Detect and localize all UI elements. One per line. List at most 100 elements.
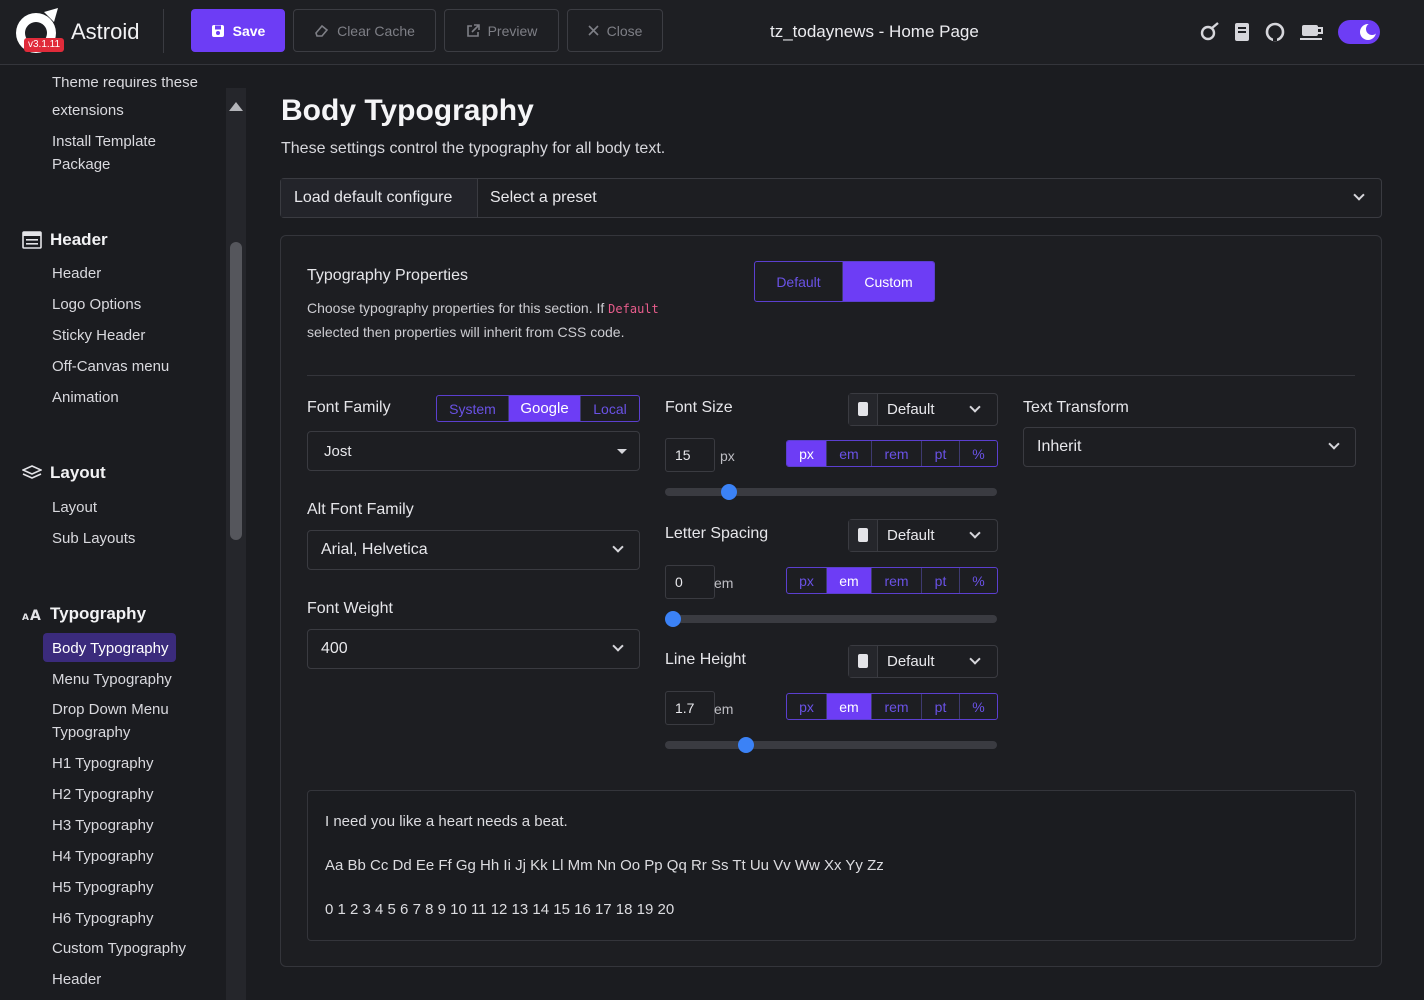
sidebar-item-h6-typography[interactable]: H6 Typography [52,907,153,930]
preview-button[interactable]: Preview [444,9,559,52]
preset-bar: Load default configure Select a preset [280,178,1382,218]
top-bar: v3.1.11 Astroid Save Clear Cache Preview… [0,0,1424,65]
coffee-icon[interactable] [1299,21,1325,43]
unit-em[interactable]: em [827,441,872,466]
unit-rem[interactable]: rem [872,568,922,593]
sidebar-item-off-canvas[interactable]: Off-Canvas menu [52,355,169,378]
sidebar-item-header[interactable]: Header [52,262,101,285]
line-height-input[interactable]: 1.7 [665,691,715,725]
sidebar-item-h4-typography[interactable]: H4 Typography [52,845,153,868]
preview-alphabet: Aa Bb Cc Dd Ee Ff Gg Hh Ii Jj Kk Ll Mm N… [325,857,884,874]
unit-pt[interactable]: pt [922,568,960,593]
close-button[interactable]: Close [567,9,663,52]
sidebar-item-menu-typography[interactable]: Menu Typography [52,668,172,691]
load-default-button[interactable]: Load default configure [281,179,478,217]
sidebar-item-sub-layouts[interactable]: Sub Layouts [52,527,135,550]
unit-percent[interactable]: % [960,568,997,593]
letter-spacing-input[interactable]: 0 [665,565,715,599]
header-icon [22,231,42,249]
caret-down-icon [617,449,627,454]
letter-spacing-device-select[interactable]: Default [848,519,998,552]
sidebar: Theme requires these extensions Install … [0,66,246,1000]
font-weight-label: Font Weight [307,600,393,617]
props-desc-1: Choose typography properties for this se… [307,300,605,316]
sidebar-item-extensions[interactable]: extensions [52,99,124,122]
sidebar-item-custom-typography[interactable]: Custom Typography [52,937,186,960]
alt-font-select[interactable]: Arial, Helvetica [307,530,640,570]
sidebar-item-body-typography[interactable]: Body Typography [52,637,168,660]
sidebar-partial-item: Theme requires these [52,77,198,89]
preset-select[interactable]: Select a preset [490,189,597,207]
dark-mode-toggle[interactable] [1338,20,1380,44]
device-icon [849,394,878,425]
font-size-slider[interactable] [665,488,997,496]
font-source-google[interactable]: Google [509,396,581,421]
font-family-select[interactable]: Jost [307,431,640,471]
layers-icon [22,465,42,479]
sidebar-item-logo-options[interactable]: Logo Options [52,293,141,316]
font-weight-select[interactable]: 400 [307,629,640,669]
unit-em[interactable]: em [827,568,872,593]
rocket-icon[interactable] [1198,21,1220,43]
font-size-input[interactable]: 15 [665,438,715,472]
font-size-slider-thumb[interactable] [721,484,738,500]
mode-custom-button[interactable]: Custom [843,262,934,301]
toolbar-divider [163,9,164,53]
alt-font-value: Arial, Helvetica [321,541,428,558]
scroll-up-arrow-icon[interactable] [229,102,243,111]
sidebar-section-typography[interactable]: AA Typography [22,604,146,624]
unit-percent[interactable]: % [960,441,997,466]
text-transform-select[interactable]: Inherit [1023,427,1356,467]
letter-spacing-device-value: Default [887,527,935,544]
sidebar-item-animation[interactable]: Animation [52,386,119,409]
book-icon[interactable] [1231,21,1253,43]
unit-pt[interactable]: pt [922,694,960,719]
sidebar-section-header[interactable]: Header [22,230,108,250]
sidebar-section-layout-label: Layout [50,463,106,482]
sidebar-section-layout[interactable]: Layout [22,463,106,483]
unit-rem[interactable]: rem [872,694,922,719]
font-size-device-select[interactable]: Default [848,393,998,426]
sidebar-item-install-template-cont[interactable]: Package [52,153,110,176]
unit-percent[interactable]: % [960,694,997,719]
line-height-device-select[interactable]: Default [848,645,998,678]
sidebar-item-h1-typography[interactable]: H1 Typography [52,752,153,775]
font-source-system[interactable]: System [437,396,509,421]
line-height-device-value: Default [887,653,935,670]
unit-pt[interactable]: pt [922,441,960,466]
unit-px[interactable]: px [787,441,827,466]
sidebar-item-h3-typography[interactable]: H3 Typography [52,814,153,837]
line-height-slider[interactable] [665,741,997,749]
section-divider [307,375,1355,376]
sidebar-item-sticky-header[interactable]: Sticky Header [52,324,145,347]
sidebar-item-h2-typography[interactable]: H2 Typography [52,783,153,806]
props-description: Choose typography properties for this se… [307,297,659,344]
line-height-slider-thumb[interactable] [738,737,755,753]
logo: v3.1.11 Astroid [14,8,164,54]
clear-cache-button[interactable]: Clear Cache [293,9,436,52]
sidebar-item-install-template[interactable]: Install Template [52,130,156,153]
chevron-down-icon [1328,438,1340,450]
mode-default-button[interactable]: Default [755,262,843,301]
font-source-local[interactable]: Local [581,396,639,421]
letter-spacing-slider-thumb[interactable] [665,611,681,627]
sidebar-scrollbar-thumb[interactable] [230,242,242,540]
save-button[interactable]: Save [191,9,285,52]
sidebar-item-h5-typography[interactable]: H5 Typography [52,876,153,899]
unit-rem[interactable]: rem [872,441,922,466]
unit-em[interactable]: em [827,694,872,719]
sidebar-item-dropdown-typography-cont[interactable]: Typography [52,721,130,744]
preview-label: Preview [487,22,538,39]
sidebar-item-dropdown-typography[interactable]: Drop Down Menu [52,698,169,721]
letter-spacing-unit: em [714,575,734,591]
unit-px[interactable]: px [787,568,827,593]
github-icon[interactable] [1264,21,1286,43]
letter-spacing-slider[interactable] [665,615,997,623]
sidebar-section-typography-label: Typography [50,604,147,623]
sidebar-item-header-typography[interactable]: Header [52,968,101,991]
props-desc-code: Default [608,302,659,316]
chevron-down-icon [612,640,624,652]
sidebar-item-layout[interactable]: Layout [52,496,97,519]
unit-px[interactable]: px [787,694,827,719]
sidebar-scrollbar[interactable] [226,88,246,1000]
